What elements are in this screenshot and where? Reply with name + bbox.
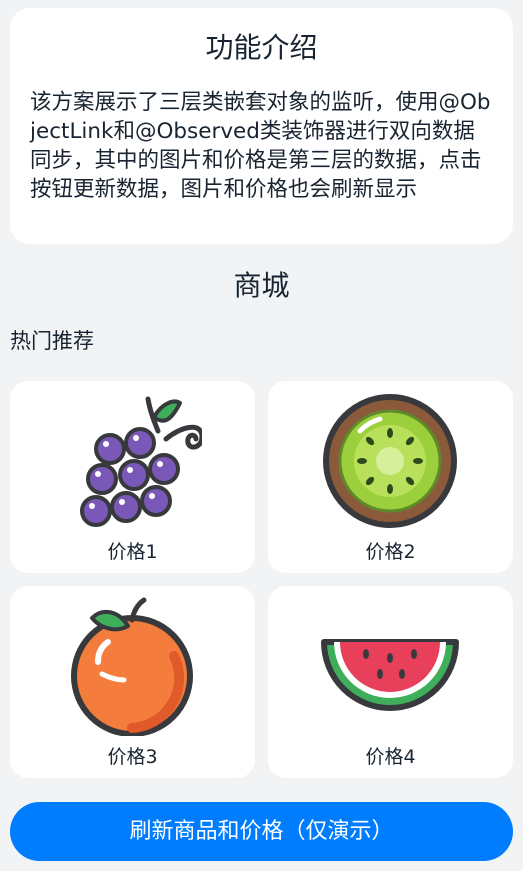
shop-title: 商城 [233, 269, 290, 302]
kiwi-icon [323, 394, 457, 528]
grapes-icon [80, 396, 202, 527]
watermelon-icon [321, 639, 459, 711]
intro-card: 功能介绍 该方案展示了三层类嵌套对象的监听，使用@ObjectLink和@Obs… [10, 8, 513, 244]
product-card-1[interactable]: 价格1 [10, 381, 255, 573]
product-price-1: 价格1 [107, 541, 158, 563]
product-card-2[interactable]: 价格2 [268, 381, 513, 573]
refresh-products-button[interactable]: 刷新商品和价格（仅演示） [10, 802, 513, 861]
product-price-2: 价格2 [365, 541, 416, 563]
intro-title: 功能介绍 [205, 31, 318, 64]
product-price-4: 价格4 [365, 746, 416, 768]
product-price-3: 价格3 [107, 746, 158, 768]
intro-description: 该方案展示了三层类嵌套对象的监听，使用@ObjectLink和@Observed… [30, 90, 491, 202]
product-card-4[interactable]: 价格4 [268, 586, 513, 778]
product-card-3[interactable]: 价格3 [10, 586, 255, 778]
section-label-hot: 热门推荐 [10, 329, 94, 353]
orange-icon [71, 597, 193, 736]
